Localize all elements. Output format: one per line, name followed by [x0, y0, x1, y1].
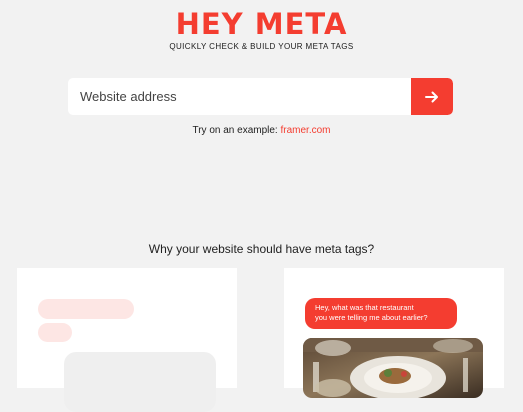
- website-address-input[interactable]: [68, 78, 411, 115]
- placeholder-pill: [38, 299, 134, 319]
- chat-line: Hey, what was that restaurant: [315, 303, 414, 312]
- logo[interactable]: HEY META: [0, 6, 523, 42]
- chat-line: you were telling me about earlier?: [315, 313, 428, 322]
- example-hint: Try on an example: framer.com: [0, 125, 523, 136]
- section-heading: Why your website should have meta tags?: [148, 242, 375, 256]
- restaurant-photo: [303, 338, 483, 398]
- tagline: QUICKLY CHECK & BUILD YOUR META TAGS: [169, 42, 354, 51]
- placeholder-pill: [38, 323, 72, 342]
- example-link[interactable]: framer.com: [281, 125, 331, 136]
- chat-bubble: Hey, what was that restaurant you were t…: [305, 298, 457, 329]
- submit-button[interactable]: [411, 78, 453, 115]
- placeholder-block: [64, 352, 216, 412]
- illustration-card-left: [17, 268, 237, 412]
- example-label: Try on an example:: [192, 125, 281, 136]
- search-bar: [68, 78, 453, 115]
- restaurant-photo-image: [303, 338, 483, 398]
- illustration-card-right: Hey, what was that restaurant you were t…: [284, 268, 504, 398]
- arrow-right-icon: [425, 91, 438, 102]
